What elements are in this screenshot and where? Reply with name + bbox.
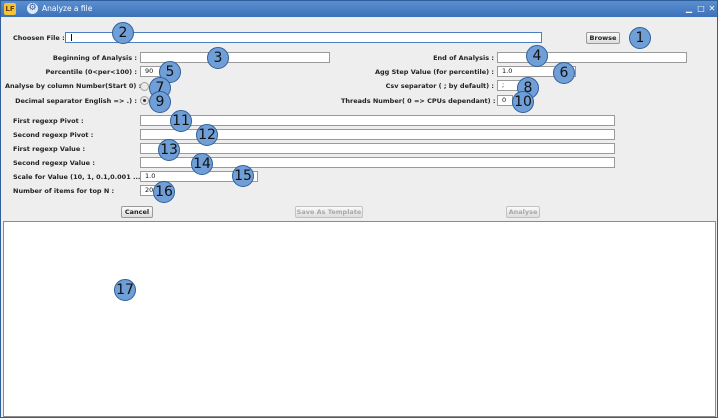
threads-number-label: Threads Number( 0 => CPUs dependant) : (341, 97, 496, 105)
analyse-button[interactable]: Analyse (506, 206, 540, 218)
second-regexp-pivot-label: Second regexp Pivot : (13, 131, 94, 139)
scale-label: Scale for Value (10, 1, 0.1,0.001 ...) : (13, 173, 149, 181)
gear-icon[interactable]: ⚙ (27, 3, 38, 14)
threads-number-input[interactable]: 0 (497, 95, 513, 106)
chosen-file-label: Choosen File : (13, 34, 65, 42)
annotation-marker-12: 12 (196, 124, 218, 146)
percentile-label: Percentile (0<per<100) : (45, 68, 137, 76)
analyse-by-column-radio[interactable] (140, 82, 149, 91)
annotation-marker-17: 17 (114, 279, 136, 301)
first-regexp-value-label: First regexp Value : (13, 145, 86, 153)
text-caret (71, 33, 72, 41)
chosen-file-input[interactable] (65, 32, 542, 43)
decimal-separator-radio[interactable] (140, 96, 149, 105)
output-text-area[interactable] (3, 221, 716, 417)
annotation-marker-9: 9 (149, 91, 171, 113)
annotation-marker-11: 11 (170, 110, 192, 132)
radio-selected-dot (143, 99, 146, 102)
browse-button[interactable]: Browse (586, 32, 620, 44)
agg-step-label: Agg Step Value (for percentile) : (375, 68, 494, 76)
cancel-button[interactable]: Cancel (121, 206, 153, 218)
second-regexp-value-label: Second regexp Value : (13, 159, 95, 167)
annotation-marker-10: 10 (512, 91, 534, 113)
close-icon[interactable]: ✕ (707, 4, 717, 14)
decimal-separator-label: Decimal separator English => .) : (15, 97, 137, 105)
annotation-marker-13: 13 (158, 139, 180, 161)
maximize-icon[interactable]: □ (696, 4, 706, 14)
title-bar[interactable]: LF ⚙ Analyze a file ▁ □ ✕ (1, 1, 717, 17)
analyse-by-column-label: Analyse by column Number(Start 0) : (5, 82, 142, 90)
annotation-marker-4: 4 (526, 45, 548, 67)
beginning-analysis-label: Beginning of Analysis : (52, 54, 137, 62)
annotation-marker-14: 14 (191, 153, 213, 175)
analyze-file-window: LF ⚙ Analyze a file ▁ □ ✕ Choosen File :… (0, 0, 718, 418)
annotation-marker-1: 1 (629, 27, 651, 49)
csv-separator-label: Csv separator ( ; by default) : (385, 82, 494, 90)
annotation-marker-16: 16 (153, 181, 175, 203)
annotation-marker-15: 15 (232, 165, 254, 187)
annotation-marker-6: 6 (553, 62, 575, 84)
app-logo-icon: LF (4, 3, 16, 15)
end-analysis-label: End of Analysis : (433, 54, 494, 62)
save-as-template-button[interactable]: Save As Template (295, 206, 363, 218)
first-regexp-pivot-label: First regexp Pivot : (13, 117, 84, 125)
annotation-marker-3: 3 (207, 47, 229, 69)
top-n-label: Number of items for top N : (13, 187, 115, 195)
annotation-marker-2: 2 (112, 22, 134, 44)
window-title: Analyze a file (42, 4, 93, 13)
minimize-icon[interactable]: ▁ (684, 4, 694, 14)
